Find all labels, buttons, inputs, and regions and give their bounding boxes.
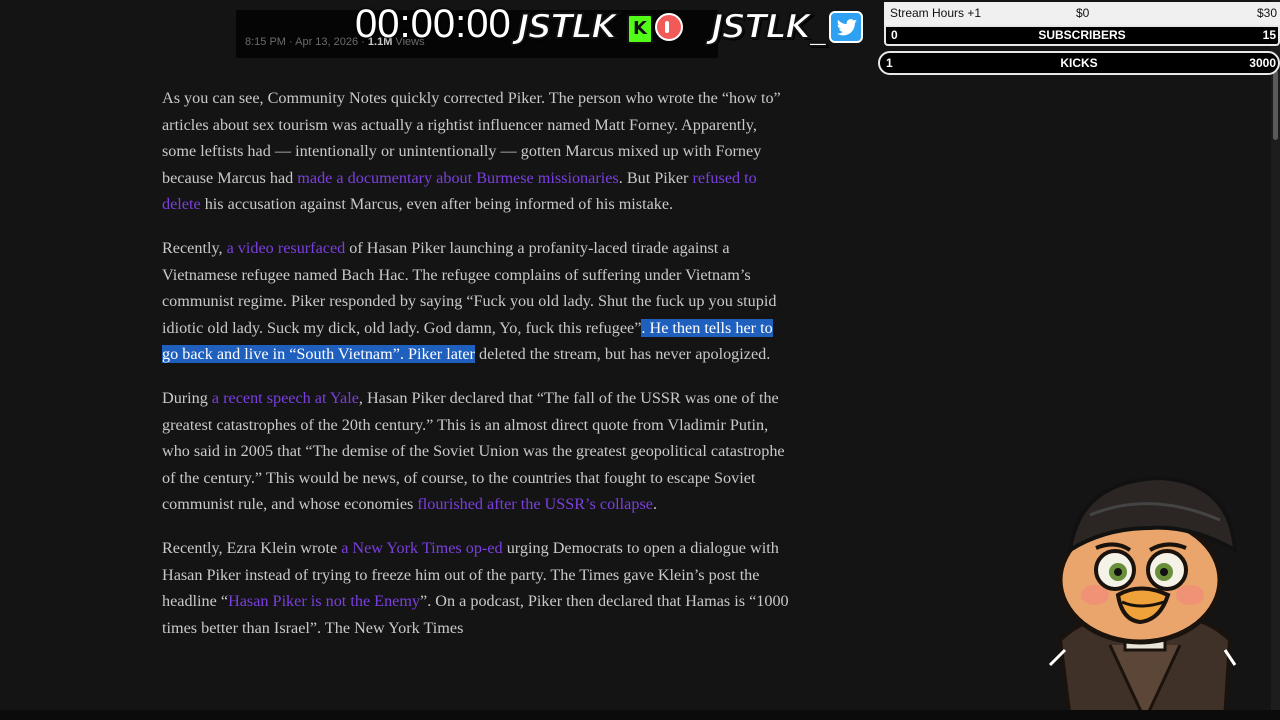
paragraph-refugee-video: Recently, a video resurfaced of Hasan Pi…	[162, 235, 792, 368]
kicks-label: KICKS	[1060, 56, 1098, 70]
streamer-penguin-avatar	[1048, 475, 1238, 720]
link-video-resurfaced[interactable]: a video resurfaced	[227, 239, 346, 257]
text: .	[652, 495, 657, 513]
stream-hours-label: Stream Hours +1	[890, 6, 982, 20]
logo-text: JSTLK	[710, 7, 812, 47]
channel-logo-twitter: JSTLK_	[710, 7, 827, 47]
kick-logo-icon: K	[627, 14, 653, 44]
article-body: As you can see, Community Notes quickly …	[162, 85, 792, 659]
tweet-time: 8:15 PM · Apr 13, 2026 ·	[245, 36, 368, 48]
text: Recently,	[162, 239, 227, 257]
subscribers-target: 15	[1262, 28, 1276, 42]
record-icon	[655, 13, 683, 41]
text: During	[162, 389, 212, 407]
subscribers-goal-bar: 0 SUBSCRIBERS 15	[884, 25, 1280, 46]
text: deleted the stream, but has never apolog…	[474, 345, 771, 363]
text: his accusation against Marcus, even afte…	[200, 195, 674, 213]
page-scrollbar[interactable]	[1271, 0, 1280, 720]
text: . But Piker	[618, 168, 693, 187]
stream-timer: 00:00:00	[355, 2, 511, 46]
link-not-the-enemy[interactable]: Hasan Piker is not the Enemy	[228, 592, 420, 610]
stream-hours-goal: Stream Hours +1 $0 $30	[884, 2, 1280, 25]
link-yale-speech[interactable]: a recent speech at Yale	[212, 389, 359, 407]
logo-underscore: _	[808, 7, 827, 47]
text: Recently, Ezra Klein wrote	[162, 539, 342, 557]
bottom-edge-bar	[0, 710, 1280, 720]
stream-hours-target: $30	[1256, 6, 1277, 20]
link-documentary[interactable]: made a documentary about Burmese mission…	[297, 169, 618, 187]
stream-hours-current: $0	[1076, 6, 1090, 20]
twitter-bird-icon	[829, 11, 863, 43]
kicks-goal-bar: 1 KICKS 3000	[878, 51, 1280, 75]
channel-logo-kick: JSTLK	[516, 7, 618, 47]
paragraph-ezra-klein: Recently, Ezra Klein wrote a New York Ti…	[162, 535, 792, 641]
paragraph-yale-speech: During a recent speech at Yale, Hasan Pi…	[162, 385, 792, 518]
paragraph-community-notes: As you can see, Community Notes quickly …	[162, 85, 792, 218]
kicks-target: 3000	[1249, 56, 1276, 70]
link-nyt-op-ed[interactable]: a New York Times op-ed	[341, 539, 502, 557]
scrollbar-thumb[interactable]	[1273, 70, 1278, 140]
subscribers-label: SUBSCRIBERS	[1038, 28, 1126, 42]
link-ussr-collapse[interactable]: flourished after the USSR’s collapse	[417, 495, 653, 513]
